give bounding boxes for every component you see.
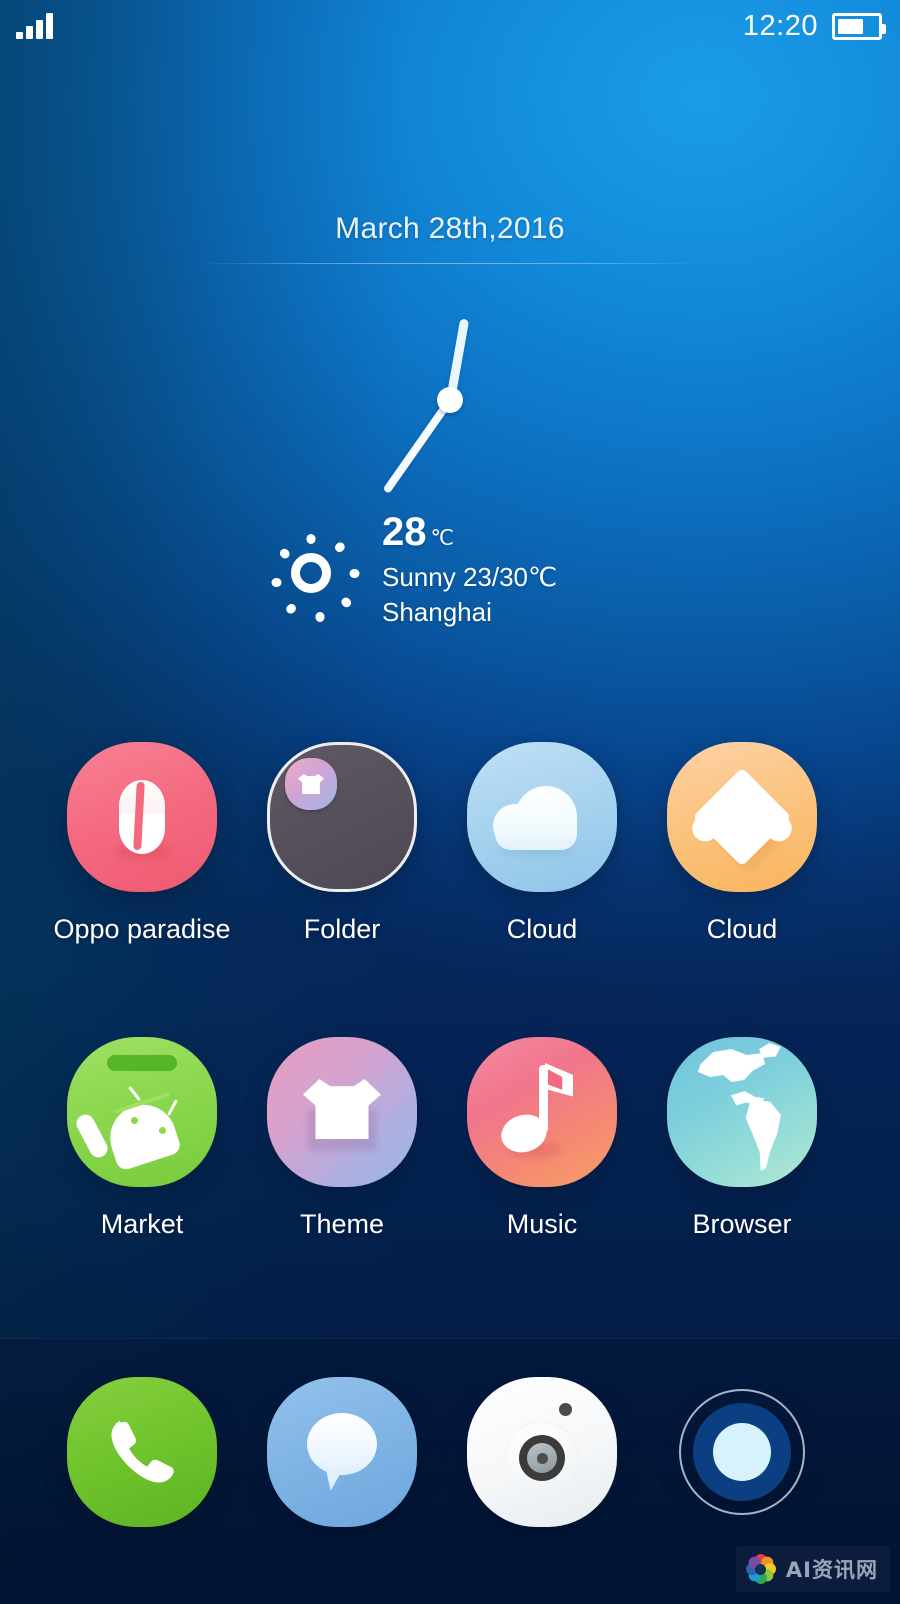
message-icon[interactable]: [267, 1377, 417, 1527]
app-grid: Oppo paradise Folder Cloud Cloud Market …: [0, 742, 900, 1240]
dock-item-phone[interactable]: [42, 1377, 242, 1527]
status-bar: 12:20: [0, 0, 900, 52]
watermark: AI资讯网: [735, 1546, 890, 1592]
theme-icon[interactable]: [267, 1037, 417, 1187]
temperature-line: 28 ℃: [382, 512, 557, 552]
sun-ring: [291, 553, 331, 593]
analog-clock-widget[interactable]: [340, 300, 560, 520]
date-label: March 28th,2016: [335, 212, 565, 245]
app-row-1: Oppo paradise Folder Cloud Cloud: [0, 742, 900, 945]
temperature-unit: ℃: [430, 527, 455, 550]
date-divider: [200, 263, 700, 264]
folder-thumbnail-theme-icon: [285, 758, 337, 810]
dock-item-app-drawer[interactable]: [642, 1377, 842, 1527]
dock-item-messages[interactable]: [242, 1377, 442, 1527]
weather-text-block: 28 ℃ Sunny 23/30℃ Shanghai: [382, 512, 557, 628]
phone-icon[interactable]: [67, 1377, 217, 1527]
signal-bar-1: [16, 32, 23, 39]
status-bar-right: 12:20: [742, 9, 886, 43]
app-label: Cloud: [706, 914, 778, 944]
battery-icon: [832, 12, 886, 40]
dock-row: [0, 1339, 900, 1527]
clock-center-hub: [437, 387, 463, 413]
folder-icon[interactable]: [267, 742, 417, 892]
app-label: Cloud: [506, 914, 578, 944]
temperature-value: 28: [382, 510, 427, 554]
dock-item-camera[interactable]: [442, 1377, 642, 1527]
app-cloud[interactable]: Cloud: [442, 742, 642, 945]
signal-bar-3: [36, 20, 43, 39]
app-row-2: Market Theme Music Browser: [0, 1037, 900, 1240]
signal-bar-4: [46, 13, 53, 39]
watermark-text: AI资讯网: [785, 1558, 878, 1582]
app-drawer-icon[interactable]: [667, 1377, 817, 1527]
signal-bars-icon: [16, 13, 56, 39]
music-icon[interactable]: [467, 1037, 617, 1187]
weather-city: Shanghai: [382, 597, 492, 627]
puzzle-icon[interactable]: [667, 742, 817, 892]
weather-condition: Sunny 23/30℃: [382, 562, 558, 592]
app-market[interactable]: Market: [42, 1037, 242, 1240]
app-theme[interactable]: Theme: [242, 1037, 442, 1240]
app-label: Browser: [692, 1209, 792, 1239]
app-label: Theme: [299, 1209, 385, 1239]
oppo-paradise-icon[interactable]: [67, 742, 217, 892]
camera-icon[interactable]: [467, 1377, 617, 1527]
app-label: Market: [100, 1209, 184, 1239]
weather-widget[interactable]: 28 ℃ Sunny 23/30℃ Shanghai: [268, 512, 557, 628]
app-folder[interactable]: Folder: [242, 742, 442, 945]
flower-logo-icon: [744, 1552, 778, 1586]
sun-icon: [268, 530, 360, 622]
market-icon[interactable]: [67, 1037, 217, 1187]
clock-minute-hand: [382, 397, 454, 495]
flower-core: [755, 1563, 767, 1575]
battery-fill: [838, 18, 863, 34]
app-label: Music: [506, 1209, 578, 1239]
app-cloud-puzzle[interactable]: Cloud: [642, 742, 842, 945]
app-browser[interactable]: Browser: [642, 1037, 842, 1240]
browser-icon[interactable]: [667, 1037, 817, 1187]
status-bar-time: 12:20: [742, 9, 818, 42]
app-label: Oppo paradise: [53, 914, 231, 944]
signal-bar-2: [26, 26, 33, 39]
app-music[interactable]: Music: [442, 1037, 642, 1240]
cloud-icon[interactable]: [467, 742, 617, 892]
app-oppo-paradise[interactable]: Oppo paradise: [42, 742, 242, 945]
app-label: Folder: [303, 914, 381, 944]
